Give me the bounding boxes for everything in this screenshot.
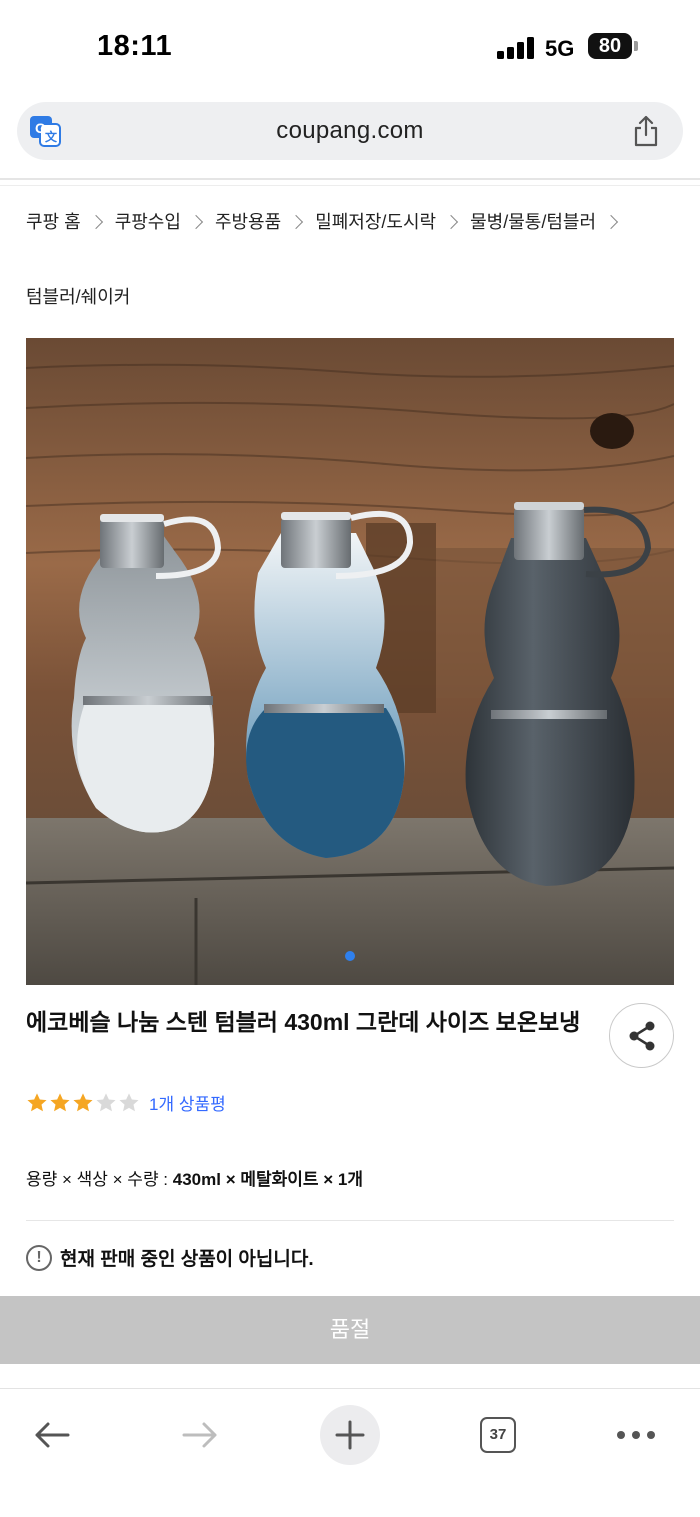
breadcrumb-item-tumbler[interactable]: 텀블러/쉐이커 bbox=[26, 283, 130, 309]
star-empty-icon bbox=[119, 1092, 139, 1111]
arrow-right-icon bbox=[182, 1422, 217, 1448]
image-pagination bbox=[26, 951, 674, 961]
chevron-right-icon bbox=[444, 214, 459, 230]
chevron-right-icon bbox=[603, 214, 619, 230]
star-filled-icon bbox=[50, 1092, 70, 1111]
product-title: 에코베슬 나눔 스텐 텀블러 430ml 그란데 사이즈 보온보냉 bbox=[26, 1009, 581, 1035]
plus-icon bbox=[335, 1420, 365, 1450]
product-image[interactable] bbox=[26, 338, 674, 985]
breadcrumb-item-kitchen[interactable]: 주방용품 bbox=[215, 208, 281, 234]
share-icon[interactable] bbox=[631, 114, 661, 148]
divider bbox=[26, 1220, 674, 1221]
divider bbox=[0, 185, 700, 186]
star-empty-icon bbox=[96, 1092, 116, 1111]
breadcrumb: 쿠팡 홈 쿠팡수입 주방용품 밀폐저장/도시락 물병/물통/텀블러 bbox=[26, 208, 686, 234]
chevron-right-icon bbox=[289, 214, 304, 230]
battery-icon: 80 bbox=[588, 33, 632, 59]
breadcrumb-item-storage[interactable]: 밀폐저장/도시락 bbox=[315, 208, 436, 234]
selected-options: 용량 × 색상 × 수량 : 430ml × 메탈화이트 × 1개 bbox=[26, 1165, 363, 1190]
breadcrumb-item-home[interactable]: 쿠팡 홈 bbox=[26, 208, 81, 234]
browser-toolbar: 37 bbox=[0, 1388, 700, 1517]
new-tab-button[interactable] bbox=[320, 1405, 380, 1465]
breadcrumb-item-bottles[interactable]: 물병/물통/텀블러 bbox=[470, 208, 596, 234]
network-label: 5G bbox=[545, 36, 575, 61]
chevron-right-icon bbox=[188, 214, 204, 230]
status-bar: 18:11 5G 80 bbox=[0, 0, 700, 96]
url-text[interactable]: coupang.com bbox=[17, 117, 683, 145]
share-button[interactable] bbox=[609, 1003, 674, 1068]
battery-tip bbox=[634, 41, 638, 51]
url-bar[interactable]: G 文 coupang.com bbox=[17, 102, 683, 160]
tabs-icon: 37 bbox=[480, 1417, 516, 1453]
share-nodes-icon bbox=[629, 1021, 655, 1051]
options-label: 용량 × 색상 × 수량 : bbox=[26, 1170, 173, 1189]
info-icon: ! bbox=[26, 1244, 52, 1271]
notice-text: 현재 판매 중인 상품이 아닙니다. bbox=[60, 1249, 314, 1270]
star-filled-icon bbox=[27, 1092, 47, 1111]
tabs-button[interactable]: 37 bbox=[468, 1405, 528, 1465]
arrow-left-icon bbox=[35, 1422, 70, 1448]
status-time: 18:11 bbox=[97, 30, 173, 62]
pagination-dot-active[interactable] bbox=[345, 951, 355, 961]
signal-icon bbox=[497, 37, 535, 59]
divider bbox=[0, 178, 700, 180]
breadcrumb-item-import[interactable]: 쿠팡수입 bbox=[115, 208, 181, 234]
forward-button[interactable] bbox=[170, 1405, 230, 1465]
back-button[interactable] bbox=[22, 1405, 82, 1465]
more-dots-icon bbox=[617, 1431, 655, 1439]
not-on-sale-notice: ! 현재 판매 중인 상품이 아닙니다. bbox=[26, 1244, 314, 1271]
review-count-link[interactable]: 1개 상품평 bbox=[149, 1090, 226, 1115]
chevron-right-icon bbox=[88, 214, 103, 230]
options-value: 430ml × 메탈화이트 × 1개 bbox=[172, 1170, 364, 1189]
sold-out-button[interactable]: 품절 bbox=[0, 1296, 700, 1364]
star-rating bbox=[26, 1092, 141, 1114]
rating[interactable]: 1개 상품평 bbox=[26, 1090, 226, 1115]
star-filled-icon bbox=[73, 1092, 93, 1111]
more-button[interactable] bbox=[606, 1405, 666, 1465]
